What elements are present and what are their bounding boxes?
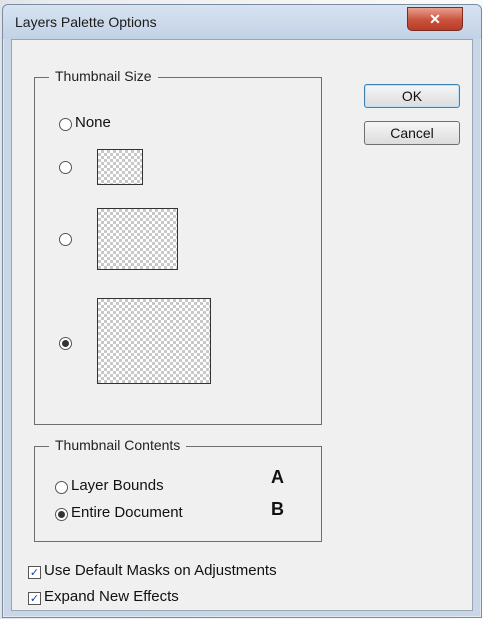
thumb-none-label[interactable]: None — [75, 114, 111, 131]
dialog-body: Thumbnail Size None OK Cancel Thumbnail … — [11, 39, 473, 611]
marker-a: A — [271, 467, 284, 487]
close-button[interactable]: ✕ — [407, 7, 463, 31]
expand-new-effects-checkbox[interactable]: ✓ — [28, 592, 41, 605]
close-icon: ✕ — [429, 10, 441, 27]
dialog-window: Layers Palette Options ✕ Thumbnail Size … — [2, 4, 482, 618]
layer-bounds-label[interactable]: Layer Bounds — [71, 477, 164, 494]
use-default-masks-label[interactable]: Use Default Masks on Adjustments — [44, 562, 277, 579]
window-title: Layers Palette Options — [15, 14, 157, 30]
ok-button[interactable]: OK — [364, 84, 460, 108]
marker-b: B — [271, 499, 284, 519]
use-default-masks-checkbox[interactable]: ✓ — [28, 566, 41, 579]
layer-bounds-radio[interactable] — [55, 481, 68, 494]
thumb-medium-preview[interactable] — [97, 208, 178, 270]
thumb-large-radio[interactable] — [59, 337, 72, 350]
thumb-small-preview[interactable] — [97, 149, 143, 185]
entire-document-label[interactable]: Entire Document — [71, 504, 183, 521]
thumbnail-contents-group: Thumbnail Contents Layer Bounds Entire D… — [34, 437, 322, 542]
thumb-small-radio[interactable] — [59, 161, 72, 174]
cancel-button[interactable]: Cancel — [364, 121, 460, 145]
thumbnail-size-legend: Thumbnail Size — [49, 68, 158, 84]
thumb-large-preview[interactable] — [97, 298, 211, 384]
expand-new-effects-label[interactable]: Expand New Effects — [44, 588, 179, 605]
thumb-medium-radio[interactable] — [59, 233, 72, 246]
title-bar[interactable]: Layers Palette Options ✕ — [3, 5, 481, 39]
thumbnail-size-group: Thumbnail Size None — [34, 68, 322, 425]
entire-document-radio[interactable] — [55, 508, 68, 521]
thumb-none-radio[interactable] — [59, 118, 72, 131]
thumbnail-contents-legend: Thumbnail Contents — [49, 437, 187, 453]
